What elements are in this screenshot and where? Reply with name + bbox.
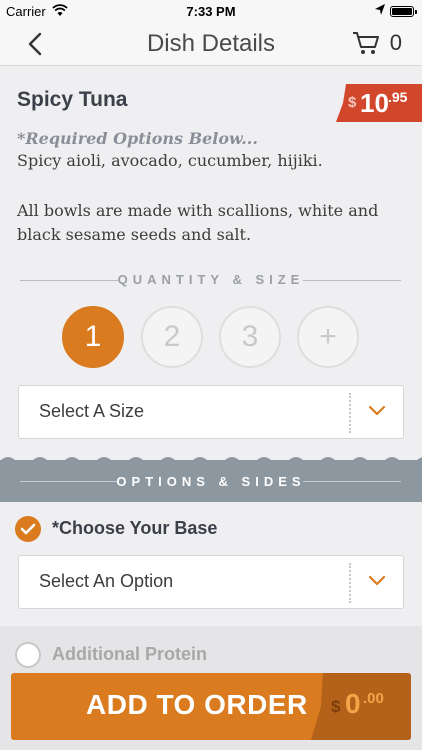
cart-count[interactable]: 0: [390, 30, 402, 56]
quantity-option-3[interactable]: 3: [219, 306, 281, 368]
base-select-value: Select An Option: [39, 571, 174, 591]
dish-note: All bowls are made with scallions, white…: [17, 201, 379, 244]
choose-base-label: *Choose Your Base: [52, 518, 218, 538]
chevron-down-icon: [367, 404, 387, 418]
dish-ingredients: Spicy aioli, avocado, cucumber, hijiki.: [17, 151, 323, 170]
select-separator: [349, 393, 351, 433]
price-tag: $ 10 .95: [336, 84, 422, 122]
add-to-order-label: ADD TO ORDER: [86, 689, 308, 720]
status-bar: Carrier 7:33 PM: [0, 0, 422, 22]
options-sides-band: OPTIONS & SIDES: [0, 457, 422, 502]
select-separator: [349, 563, 351, 603]
add-to-order-button[interactable]: ADD TO ORDER $ 0 .00: [11, 673, 411, 740]
price-currency: $: [348, 94, 357, 111]
size-select[interactable]: Select A Size: [18, 385, 404, 439]
cart-icon[interactable]: [352, 30, 380, 56]
battery-icon: [390, 6, 417, 17]
size-select-value: Select A Size: [39, 401, 145, 421]
dish-name: Spicy Tuna: [17, 88, 128, 111]
quantity-option-more[interactable]: +: [297, 306, 359, 368]
price-cents: .95: [388, 89, 408, 105]
price-whole: 10: [360, 88, 389, 118]
quantity-option-2[interactable]: 2: [141, 306, 203, 368]
total-cents: .00: [363, 690, 384, 707]
nav-bar: Dish Details 0: [0, 22, 422, 66]
wave-edge: [0, 457, 422, 461]
protein-checkbox[interactable]: [15, 642, 41, 668]
location-arrow-icon: [374, 3, 386, 20]
base-checkbox[interactable]: [15, 516, 41, 542]
total-currency: $: [331, 697, 341, 716]
chevron-down-icon: [367, 574, 387, 588]
checkmark-icon: [20, 523, 36, 535]
base-select[interactable]: Select An Option: [18, 555, 404, 609]
options-sides-heading: OPTIONS & SIDES: [116, 474, 306, 489]
status-time: 7:33 PM: [186, 4, 236, 19]
quantity-option-1[interactable]: 1: [62, 306, 124, 368]
order-total: $ 0 .00: [311, 673, 411, 740]
quantity-size-heading: QUANTITY & SIZE: [117, 272, 305, 287]
additional-protein-label: Additional Protein: [52, 644, 207, 664]
required-options-note: *Required Options Below...: [17, 129, 258, 148]
total-whole: 0: [345, 688, 361, 719]
